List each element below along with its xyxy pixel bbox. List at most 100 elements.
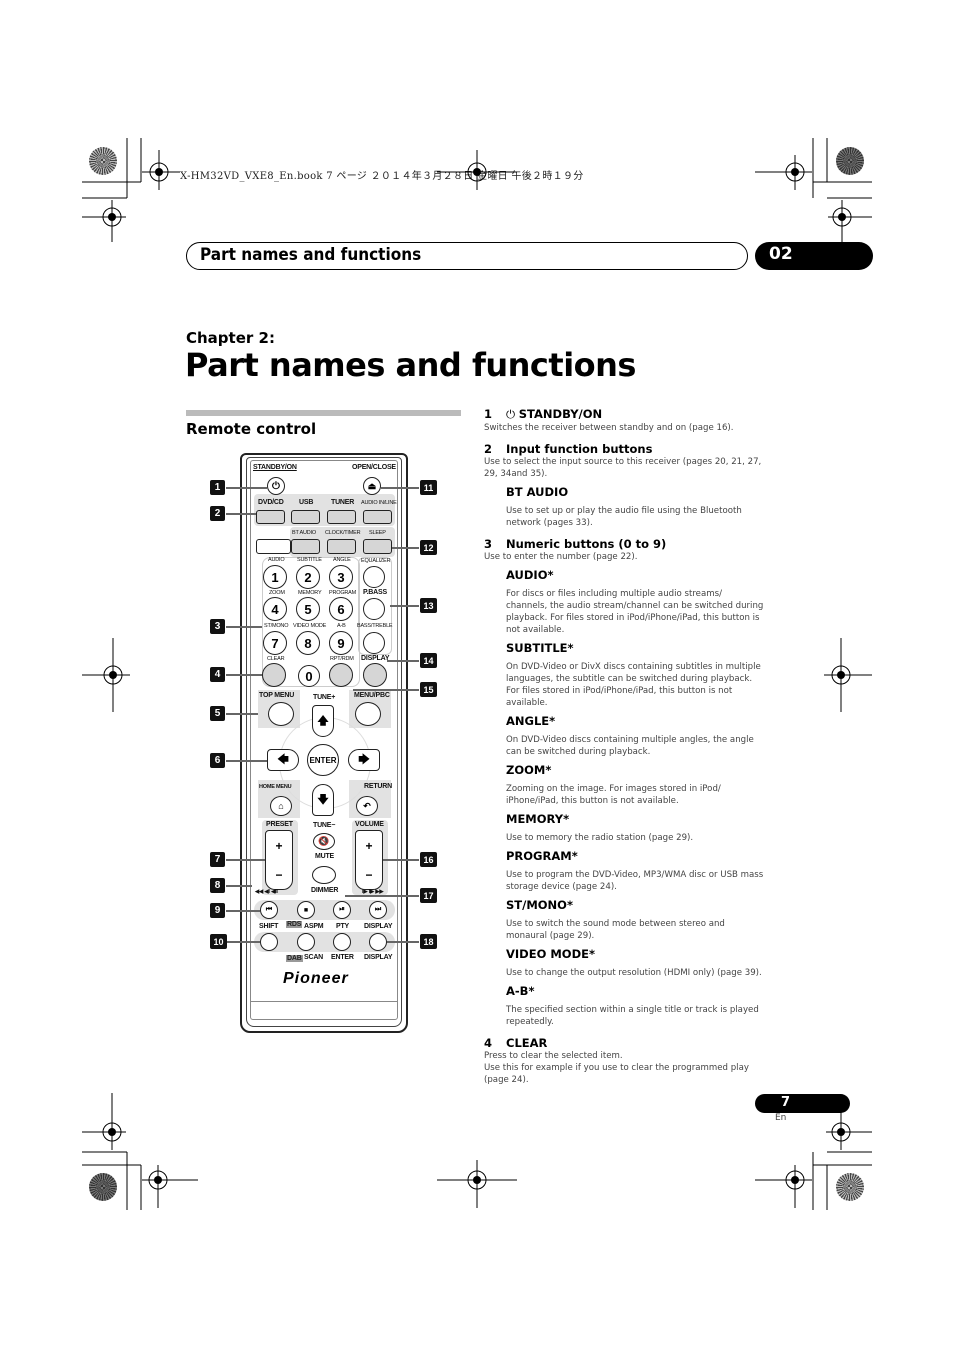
item-4-desc: Press to clear the selected item.: [484, 1051, 623, 1061]
label-shift: SHIFT: [259, 923, 279, 930]
standby-on-button[interactable]: ⏻: [267, 477, 285, 495]
digit-4-button[interactable]: 4: [263, 597, 287, 621]
bass-treble-button[interactable]: [363, 632, 385, 654]
open-close-button[interactable]: ⏏: [363, 477, 381, 495]
label-open-close: OPEN/CLOSE: [352, 464, 396, 471]
home-icon: ⌂: [278, 801, 284, 811]
callout-11: 11: [420, 480, 437, 495]
sub-desc: Use to change the output resolution (HDM…: [506, 968, 762, 978]
previous-button[interactable]: ⏮: [260, 901, 278, 919]
pty-enter-button[interactable]: [333, 933, 351, 951]
label-display-dab: DISPLAY: [364, 954, 393, 961]
aspm-scan-button[interactable]: [297, 933, 315, 951]
preset-rocker[interactable]: + −: [265, 830, 293, 890]
callout-18: 18: [420, 934, 437, 949]
label-pbass: P.BASS: [363, 589, 387, 596]
callout-5: 5: [210, 706, 225, 721]
down-arrow-button[interactable]: 🡇: [312, 784, 334, 816]
digit-6-button[interactable]: 6: [329, 597, 353, 621]
label-audio-in-line: AUDIO IN/LINE: [361, 500, 397, 506]
item-3-desc: Use to enter the number (page 22).: [484, 552, 638, 562]
item-number: 2: [484, 442, 493, 456]
home-menu-button[interactable]: ⌂: [270, 796, 292, 816]
chapter-number-badge: 02: [755, 242, 873, 270]
label-top-menu: TOP MENU: [259, 692, 295, 699]
up-arrow-button[interactable]: 🡅: [312, 705, 334, 737]
item-number: 3: [484, 537, 493, 551]
label-clear: CLEAR: [267, 656, 285, 662]
sub-desc: Use to switch the sound mode between ste…: [506, 919, 725, 941]
next-button[interactable]: ⏭: [369, 901, 387, 919]
label-home-menu: HOME MENU: [259, 784, 292, 790]
label-rds: RDS: [286, 921, 303, 928]
item-number: 4: [484, 1036, 493, 1050]
sub-desc: Zooming on the image. For images stored …: [506, 784, 721, 806]
power-icon: ⏻: [272, 480, 280, 492]
digit-3-button[interactable]: 3: [329, 565, 353, 589]
display-button[interactable]: [363, 663, 387, 687]
arrow-right-icon: 🡆: [358, 753, 370, 766]
right-arrow-button[interactable]: 🡆: [348, 749, 380, 771]
play-pause-button[interactable]: ⏯: [333, 901, 351, 919]
tuner-button[interactable]: [327, 510, 356, 524]
return-button[interactable]: ↶: [356, 796, 378, 816]
label-preset: PRESET: [266, 821, 293, 828]
dimmer-button[interactable]: [312, 866, 336, 884]
item-1-desc: Switches the receiver between standby an…: [484, 423, 734, 433]
label-bt-audio: BT AUDIO: [292, 530, 316, 536]
pbass-button[interactable]: [363, 598, 385, 620]
digit-8-button[interactable]: 8: [296, 631, 320, 655]
bt-audio-button[interactable]: [291, 539, 320, 554]
label-dimmer: DIMMER: [311, 887, 339, 894]
menu-pbc-button[interactable]: [355, 702, 381, 726]
label-st-mono: ST/MONO: [264, 623, 289, 629]
item-title: STANDBY/ON: [518, 407, 603, 421]
digit-1-button[interactable]: 1: [263, 565, 287, 589]
volume-minus[interactable]: −: [365, 868, 372, 882]
return-icon: ↶: [363, 800, 371, 811]
label-bass-treble: BASS/TREBLE: [357, 623, 393, 629]
preset-minus[interactable]: −: [275, 868, 282, 882]
callout-1: 1: [210, 480, 225, 495]
callout-16: 16: [420, 852, 437, 867]
callout-8: 8: [210, 878, 225, 893]
sub-heading: MEMORY*: [506, 812, 570, 826]
sleep-button[interactable]: [363, 539, 392, 554]
top-menu-button[interactable]: [268, 702, 294, 726]
digit-9-button[interactable]: 9: [329, 631, 353, 655]
label-dab: DAB: [286, 955, 303, 962]
clear-button[interactable]: [262, 663, 286, 687]
enter-button[interactable]: ENTER: [307, 744, 339, 776]
left-arrow-button[interactable]: 🡄: [267, 749, 299, 771]
item-3-heading: 3 Numeric buttons (0 to 9): [484, 537, 764, 551]
audio-in-line-button[interactable]: [363, 510, 392, 524]
play-pause-icon: ⏯: [339, 906, 345, 913]
shift-button[interactable]: [260, 933, 278, 951]
digit-7-button[interactable]: 7: [263, 631, 287, 655]
item-title: CLEAR: [506, 1036, 548, 1050]
digit-2-button[interactable]: 2: [296, 565, 320, 589]
label-equalizer: EQUALIZER: [361, 558, 391, 564]
label-display: DISPLAY: [361, 655, 390, 662]
volume-plus[interactable]: +: [365, 839, 372, 853]
section-rule: [186, 410, 461, 416]
blank-button[interactable]: [256, 539, 291, 554]
display-tuner-button[interactable]: [369, 933, 387, 951]
arrow-up-icon: 🡅: [317, 714, 329, 727]
volume-rocker[interactable]: + −: [355, 830, 383, 890]
preset-plus[interactable]: +: [275, 839, 282, 853]
sub-desc: On DVD-Video or DivX discs containing su…: [506, 662, 761, 708]
digit-5-button[interactable]: 5: [296, 597, 320, 621]
label-tune-plus: TUNE+: [313, 694, 336, 701]
label-tune-minus: TUNE−: [313, 822, 336, 829]
sub-desc: On DVD-Video discs containing multiple a…: [506, 735, 754, 757]
mute-button[interactable]: 🔇: [313, 833, 335, 850]
clock-timer-button[interactable]: [327, 539, 356, 554]
digit-0-button[interactable]: 0: [298, 665, 320, 687]
stop-button[interactable]: ■: [297, 901, 315, 919]
equalizer-button[interactable]: [363, 566, 385, 588]
dvd-cd-button[interactable]: [256, 510, 285, 524]
item-1-heading: 1 ⏻ STANDBY/ON: [484, 407, 764, 422]
rpt-rdm-button[interactable]: [329, 663, 353, 687]
usb-button[interactable]: [291, 510, 320, 524]
